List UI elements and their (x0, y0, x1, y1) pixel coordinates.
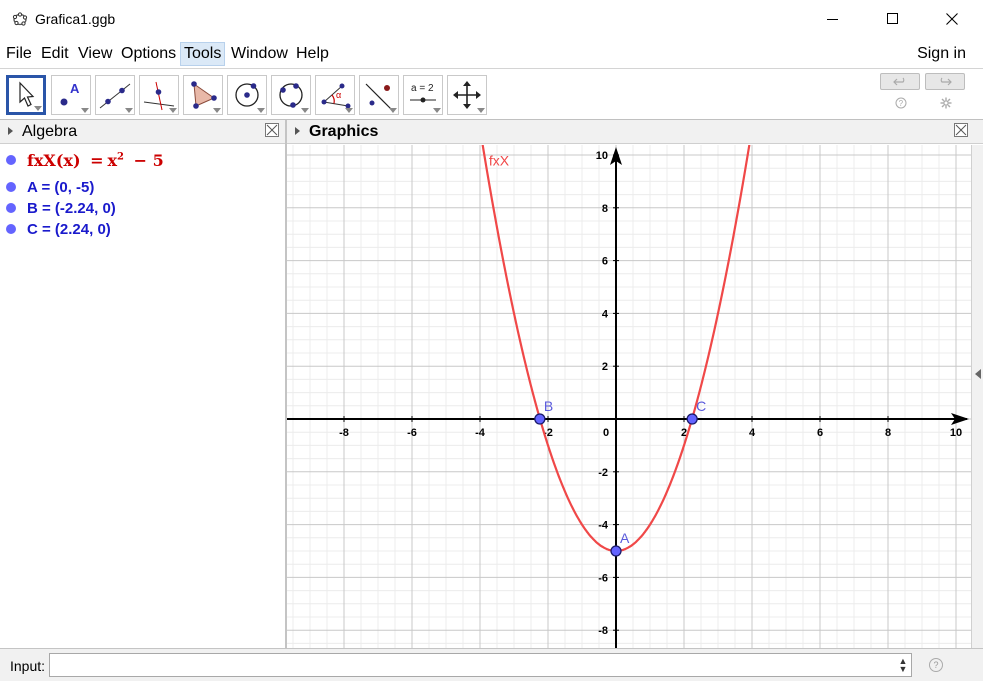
function-base: x (107, 151, 118, 170)
y-tick-label: 2 (602, 361, 608, 373)
collapse-triangle-icon[interactable] (295, 127, 300, 135)
move-tool-button[interactable] (6, 75, 46, 115)
visibility-toggle[interactable] (6, 182, 16, 192)
geogebra-app-icon (12, 12, 28, 26)
point-tool-button[interactable]: A (51, 75, 91, 115)
function-exponent: 2 (117, 151, 125, 163)
svg-text:A: A (70, 81, 80, 96)
point-c[interactable] (686, 413, 698, 425)
graphics-canvas-svg[interactable]: -8 -6 -4 -2 0 2 4 6 8 10 108642-2-4-6-8 fxX AB C (287, 145, 971, 648)
menu-tools[interactable]: Tools (180, 42, 226, 66)
input-help-icon[interactable]: ? (929, 658, 943, 672)
point-label-c[interactable]: C (696, 398, 706, 414)
reflect-tool-button[interactable] (359, 75, 399, 115)
undo-icon (893, 77, 905, 85)
x-tick-label: -4 (475, 427, 486, 439)
slider-tool-button[interactable]: a = 2 (403, 75, 443, 115)
y-tick-label: 8 (602, 203, 608, 215)
menu-bar: File Edit View Options Tools Window Help… (0, 38, 983, 69)
function-name: fxX(x) (27, 151, 81, 170)
menu-options[interactable]: Options (118, 42, 179, 66)
y-tick-label: -6 (598, 572, 608, 584)
menu-edit[interactable]: Edit (38, 42, 72, 66)
side-panel-toggle[interactable] (971, 145, 983, 648)
x-tick-label: 6 (817, 427, 823, 439)
close-icon (266, 124, 278, 136)
perpendicular-line-tool-button[interactable] (139, 75, 179, 115)
algebra-panel-title: Algebra (22, 123, 78, 140)
point-a-label: A = (0, -5) (27, 179, 95, 196)
function-rest: − 5 (133, 151, 164, 170)
menu-file[interactable]: File (3, 42, 35, 66)
input-history-stepper[interactable]: ▲ ▼ (898, 657, 908, 674)
x-tick-label: -8 (339, 427, 349, 439)
graphics-view[interactable]: -8 -6 -4 -2 0 2 4 6 8 10 10 8 6 4 2 -2 -4 -6 -8 fxX ABC (287, 145, 971, 648)
redo-button[interactable] (925, 73, 965, 90)
move-graphics-view-tool-button[interactable] (447, 75, 487, 115)
visibility-toggle[interactable] (6, 203, 16, 213)
angle-tool-button[interactable]: α (315, 75, 355, 115)
line-tool-button[interactable] (95, 75, 135, 115)
undo-button[interactable] (880, 73, 920, 90)
close-icon (955, 124, 967, 136)
minimize-icon (827, 19, 838, 20)
expand-arrow-icon[interactable] (975, 369, 981, 379)
slider-tool-label: a = 2 (411, 83, 434, 94)
window-title: Grafica1.ggb (35, 11, 116, 27)
graphics-panel-title: Graphics (309, 123, 379, 140)
algebra-panel-header[interactable]: Algebra (0, 120, 285, 144)
input-bar: Input: ▲ ▼ ? (0, 648, 983, 681)
y-tick-label: -2 (598, 467, 608, 479)
svg-text:α: α (336, 90, 341, 100)
point-label-b[interactable]: B (544, 398, 553, 414)
algebra-view: fxX(x) = x2 − 5 A = (0, -5) B = (-2.24, 0… (0, 145, 285, 648)
point-b[interactable] (534, 413, 546, 425)
input-label: Input: (10, 658, 46, 674)
sign-in-link[interactable]: Sign in (917, 42, 966, 66)
close-graphics-button[interactable] (954, 123, 968, 137)
close-icon (946, 13, 958, 25)
svg-text:?: ? (899, 99, 904, 108)
polygon-tool-button[interactable] (183, 75, 223, 115)
close-algebra-button[interactable] (265, 123, 279, 137)
x-tick-label: -6 (407, 427, 417, 439)
close-window-button[interactable] (929, 0, 975, 38)
circle-through-points-tool-button[interactable] (271, 75, 311, 115)
menu-view[interactable]: View (75, 42, 115, 66)
input-field[interactable] (49, 653, 912, 677)
x-tick-label: 4 (749, 427, 756, 439)
circle-tool-button[interactable] (227, 75, 267, 115)
settings-gear-icon[interactable] (940, 97, 952, 109)
x-tick-label: 10 (950, 427, 962, 439)
y-tick-label: -4 (598, 520, 609, 532)
point-c-label: C = (2.24, 0) (27, 221, 111, 238)
y-tick-label: -8 (598, 625, 608, 637)
title-bar: Grafica1.ggb (0, 0, 983, 38)
x-tick-label: 8 (885, 427, 891, 439)
y-tick-label: 10 (596, 150, 608, 162)
help-icon[interactable]: ? (895, 97, 907, 109)
minimize-button[interactable] (810, 0, 856, 38)
point-a[interactable] (610, 545, 622, 557)
maximize-icon (887, 13, 898, 24)
visibility-toggle[interactable] (6, 155, 16, 165)
maximize-button[interactable] (870, 0, 916, 38)
function-equals: = (90, 151, 104, 170)
redo-icon (940, 77, 952, 85)
menu-help[interactable]: Help (293, 42, 332, 66)
function-curve-label[interactable]: fxX (489, 153, 510, 169)
point-b-label: B = (-2.24, 0) (27, 200, 116, 217)
y-tick-label: 4 (602, 308, 609, 320)
collapse-triangle-icon[interactable] (8, 127, 13, 135)
menu-window[interactable]: Window (228, 42, 291, 66)
x-tick-label: 0 (603, 427, 609, 439)
visibility-toggle[interactable] (6, 224, 16, 234)
graphics-panel-header[interactable]: Graphics (287, 120, 983, 144)
y-tick-label: 6 (602, 256, 608, 268)
toolbar: A α a = 2 ? (0, 70, 983, 120)
point-label-a[interactable]: A (620, 530, 630, 546)
